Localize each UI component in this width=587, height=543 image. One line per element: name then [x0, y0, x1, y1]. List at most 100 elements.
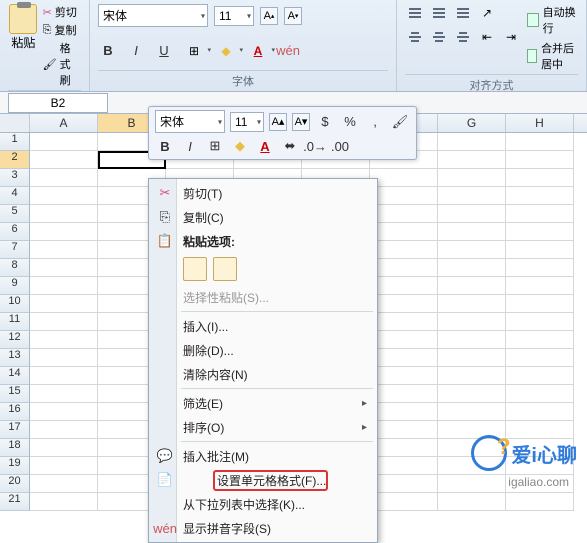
cell[interactable]: [30, 295, 98, 313]
mini-percent-button[interactable]: %: [340, 112, 360, 132]
align-middle-button[interactable]: [429, 4, 449, 22]
cell[interactable]: [370, 169, 438, 187]
increase-font-button[interactable]: A▴: [260, 7, 278, 25]
cell[interactable]: [438, 313, 506, 331]
font-size-select[interactable]: 11▾: [214, 6, 254, 26]
cell[interactable]: [370, 313, 438, 331]
row-header[interactable]: 3: [0, 169, 30, 187]
cell[interactable]: [370, 367, 438, 385]
cell[interactable]: [370, 259, 438, 277]
row-header[interactable]: 15: [0, 385, 30, 403]
cut-button[interactable]: ✂剪切: [43, 4, 81, 20]
cell[interactable]: [506, 133, 574, 151]
cell[interactable]: [438, 151, 506, 169]
cell[interactable]: [30, 475, 98, 493]
row-header[interactable]: 18: [0, 439, 30, 457]
cell[interactable]: [506, 277, 574, 295]
mini-format-painter[interactable]: 🖌: [390, 112, 410, 132]
cell[interactable]: [438, 331, 506, 349]
cell[interactable]: [438, 367, 506, 385]
cell[interactable]: [506, 169, 574, 187]
ctx-copy[interactable]: ⎘复制(C): [151, 205, 375, 229]
paste-option-1[interactable]: [183, 257, 207, 281]
cell[interactable]: [30, 133, 98, 151]
row-header[interactable]: 17: [0, 421, 30, 439]
name-box[interactable]: B2: [8, 93, 108, 113]
cell[interactable]: [506, 205, 574, 223]
cell[interactable]: [30, 367, 98, 385]
row-header[interactable]: 8: [0, 259, 30, 277]
underline-button[interactable]: U: [154, 41, 174, 61]
row-header[interactable]: 4: [0, 187, 30, 205]
font-name-select[interactable]: 宋体▾: [98, 4, 208, 27]
ctx-dropdown-select[interactable]: 从下拉列表中选择(K)...: [151, 492, 375, 516]
cell[interactable]: [30, 187, 98, 205]
ctx-clear[interactable]: 清除内容(N): [151, 362, 375, 386]
mini-comma-button[interactable]: ,: [365, 112, 385, 132]
row-header[interactable]: 13: [0, 349, 30, 367]
decrease-indent-button[interactable]: ⇤: [477, 28, 497, 46]
cell[interactable]: [438, 133, 506, 151]
mini-currency-button[interactable]: $: [315, 112, 335, 132]
cell[interactable]: [370, 349, 438, 367]
cell[interactable]: [438, 295, 506, 313]
mini-merge[interactable]: ⬌: [280, 136, 300, 156]
cell[interactable]: [370, 277, 438, 295]
cell[interactable]: [30, 313, 98, 331]
cell[interactable]: [506, 331, 574, 349]
cell[interactable]: [30, 205, 98, 223]
row-header[interactable]: 14: [0, 367, 30, 385]
ctx-format-cells[interactable]: 📄设置单元格格式(F)...: [151, 468, 375, 492]
italic-button[interactable]: I: [126, 41, 146, 61]
cell[interactable]: [30, 439, 98, 457]
cell[interactable]: [370, 493, 438, 511]
column-header[interactable]: G: [438, 114, 506, 132]
wrap-text-button[interactable]: 自动换行: [527, 4, 578, 36]
orientation-button[interactable]: ↗: [477, 4, 497, 22]
cell[interactable]: [30, 385, 98, 403]
ctx-filter[interactable]: 筛选(E)▸: [151, 391, 375, 415]
row-header[interactable]: 20: [0, 475, 30, 493]
cell[interactable]: [506, 385, 574, 403]
mini-font-color[interactable]: A: [255, 136, 275, 156]
cell[interactable]: [30, 331, 98, 349]
cell[interactable]: [506, 259, 574, 277]
cell[interactable]: [30, 493, 98, 511]
merge-center-button[interactable]: 合并后居中: [527, 40, 578, 72]
align-top-button[interactable]: [405, 4, 425, 22]
row-header[interactable]: 7: [0, 241, 30, 259]
cell[interactable]: [370, 331, 438, 349]
paste-option-2[interactable]: [213, 257, 237, 281]
cell[interactable]: [438, 349, 506, 367]
align-center-button[interactable]: [429, 28, 449, 46]
cell[interactable]: [506, 349, 574, 367]
cell[interactable]: [30, 259, 98, 277]
cell[interactable]: [30, 241, 98, 259]
decrease-font-button[interactable]: A▾: [284, 7, 302, 25]
cell[interactable]: [30, 223, 98, 241]
cell[interactable]: [370, 223, 438, 241]
ctx-sort[interactable]: 排序(O)▸: [151, 415, 375, 439]
cell[interactable]: [438, 385, 506, 403]
row-header[interactable]: 2: [0, 151, 30, 169]
cell[interactable]: [370, 241, 438, 259]
cell[interactable]: [438, 277, 506, 295]
cell[interactable]: [370, 421, 438, 439]
cell[interactable]: [370, 439, 438, 457]
font-color-button[interactable]: A: [246, 41, 270, 61]
row-header[interactable]: 9: [0, 277, 30, 295]
align-left-button[interactable]: [405, 28, 425, 46]
cell[interactable]: [370, 475, 438, 493]
mini-italic[interactable]: I: [180, 136, 200, 156]
row-header[interactable]: 11: [0, 313, 30, 331]
cell[interactable]: [438, 493, 506, 511]
cell[interactable]: [30, 457, 98, 475]
cell[interactable]: [30, 421, 98, 439]
cell[interactable]: [30, 349, 98, 367]
phonetic-button[interactable]: wén: [278, 41, 298, 61]
column-header[interactable]: A: [30, 114, 98, 132]
cell[interactable]: [438, 475, 506, 493]
ctx-insert[interactable]: 插入(I)...: [151, 314, 375, 338]
cell[interactable]: [30, 403, 98, 421]
mini-fill[interactable]: ◆: [230, 136, 250, 156]
